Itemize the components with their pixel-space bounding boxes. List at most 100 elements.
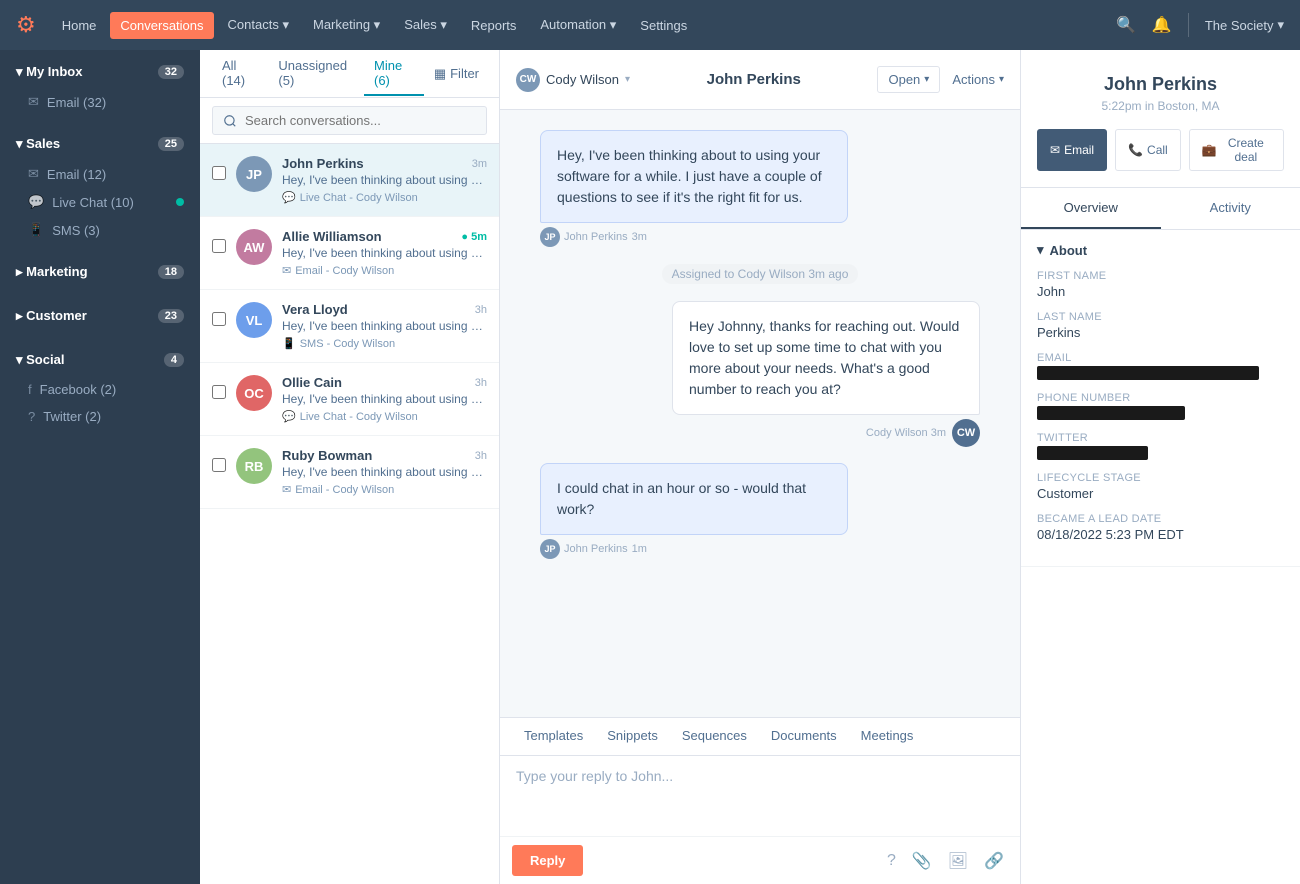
sidebar-item-social-facebook[interactable]: f Facebook (2) bbox=[0, 376, 200, 403]
field-value: Customer bbox=[1037, 486, 1284, 501]
sidebar-item-sales-livechat[interactable]: 💬 Live Chat (10) bbox=[0, 188, 200, 216]
reply-button[interactable]: Reply bbox=[512, 845, 583, 876]
sidebar-section-social: ▾ Social 4 f Facebook (2) ? Twitter (2) bbox=[0, 338, 200, 436]
call-icon: 📞 bbox=[1128, 143, 1143, 157]
nav-settings[interactable]: Settings bbox=[630, 12, 697, 39]
search-icon[interactable]: 🔍 bbox=[1116, 15, 1136, 35]
sidebar-section-social-header[interactable]: ▾ Social 4 bbox=[0, 344, 200, 376]
nav-automation[interactable]: Automation ▾ bbox=[530, 11, 626, 39]
sidebar-section-inbox-header[interactable]: ▾ My Inbox 32 bbox=[0, 56, 200, 88]
create-deal-label: Create deal bbox=[1221, 136, 1271, 164]
sidebar-section-customer-header[interactable]: ▸ Customer 23 bbox=[0, 300, 200, 332]
field-label: Lifecycle Stage bbox=[1037, 472, 1284, 484]
nav-conversations[interactable]: Conversations bbox=[110, 12, 213, 39]
facebook-icon: f bbox=[28, 382, 32, 397]
field-value: John bbox=[1037, 284, 1284, 299]
twitter-icon: ? bbox=[28, 409, 35, 424]
conversation-item-john-perkins[interactable]: JP John Perkins 3m Hey, I've been thinki… bbox=[200, 144, 499, 217]
conv-checkbox[interactable] bbox=[212, 239, 226, 253]
field-twitter: Twitter bbox=[1037, 432, 1284, 460]
about-section-title[interactable]: ▾ About bbox=[1037, 242, 1284, 258]
reply-box: Templates Snippets Sequences Documents M… bbox=[500, 717, 1020, 884]
sidebar-item-sales-sms[interactable]: 📱 SMS (3) bbox=[0, 216, 200, 244]
conv-time: 3m bbox=[472, 158, 487, 170]
sidebar-item-social-twitter-label: Twitter (2) bbox=[43, 409, 101, 424]
nav-company[interactable]: The Society ▾ bbox=[1205, 17, 1284, 33]
conversation-item-ruby-bowman[interactable]: RB Ruby Bowman 3h Hey, I've been thinkin… bbox=[200, 436, 499, 509]
conversation-item-allie-williamson[interactable]: AW Allie Williamson ● 5m Hey, I've been … bbox=[200, 217, 499, 290]
field-became-lead: Became a Lead Date 08/18/2022 5:23 PM ED… bbox=[1037, 513, 1284, 542]
hubspot-logo[interactable]: ⚙ bbox=[16, 12, 36, 38]
nav-home[interactable]: Home bbox=[52, 12, 107, 39]
sidebar-section-sales-collapse: ▾ Sales bbox=[16, 136, 60, 152]
message-bubble: Hey Johnny, thanks for reaching out. Wou… bbox=[672, 301, 980, 415]
sidebar-item-social-twitter[interactable]: ? Twitter (2) bbox=[0, 403, 200, 430]
nav-marketing[interactable]: Marketing ▾ bbox=[303, 11, 390, 39]
tab-overview[interactable]: Overview bbox=[1021, 188, 1161, 229]
reply-textarea[interactable]: Type your reply to John... bbox=[500, 756, 1020, 836]
actions-label: Actions bbox=[952, 72, 995, 87]
reply-tab-snippets[interactable]: Snippets bbox=[595, 718, 670, 755]
conv-checkbox[interactable] bbox=[212, 458, 226, 472]
livechat-icon: 💬 bbox=[282, 191, 296, 204]
assigned-to[interactable]: CW Cody Wilson ▾ bbox=[516, 68, 630, 92]
tab-unassigned[interactable]: Unassigned (5) bbox=[268, 52, 362, 96]
call-contact-button[interactable]: 📞 Call bbox=[1115, 129, 1181, 171]
main-layout: ▾ My Inbox 32 ✉ Email (32) ▾ Sales 25 ✉ … bbox=[0, 50, 1300, 884]
reply-tab-templates[interactable]: Templates bbox=[512, 718, 595, 755]
conv-top: Allie Williamson ● 5m bbox=[282, 229, 487, 244]
sidebar-item-sales-livechat-label: Live Chat (10) bbox=[52, 195, 134, 210]
sidebar-section-marketing-header[interactable]: ▸ Marketing 18 bbox=[0, 256, 200, 288]
contact-header: John Perkins 5:22pm in Boston, MA ✉ Emai… bbox=[1021, 50, 1300, 188]
bell-icon[interactable]: 🔔 bbox=[1152, 15, 1172, 35]
conv-preview: Hey, I've been thinking about using your… bbox=[282, 319, 487, 333]
attachment-icon[interactable]: 📎 bbox=[908, 847, 936, 875]
help-icon[interactable]: ? bbox=[883, 848, 900, 874]
conv-name: Ollie Cain bbox=[282, 375, 342, 390]
actions-button[interactable]: Actions ▾ bbox=[952, 72, 1004, 87]
sidebar-section-sales-header[interactable]: ▾ Sales 25 bbox=[0, 128, 200, 160]
conv-checkbox[interactable] bbox=[212, 385, 226, 399]
field-value: Perkins bbox=[1037, 325, 1284, 340]
nav-sales[interactable]: Sales ▾ bbox=[394, 11, 457, 39]
search-input[interactable] bbox=[212, 106, 487, 135]
sidebar-section-inbox-count: 32 bbox=[158, 65, 184, 79]
field-value: 08/18/2022 5:23 PM EDT bbox=[1037, 527, 1284, 542]
sidebar-section-marketing: ▸ Marketing 18 bbox=[0, 250, 200, 294]
conv-checkbox[interactable] bbox=[212, 166, 226, 180]
reply-tab-meetings[interactable]: Meetings bbox=[849, 718, 926, 755]
sender-name: John Perkins bbox=[564, 543, 628, 555]
assigned-avatar: CW bbox=[516, 68, 540, 92]
conv-checkbox[interactable] bbox=[212, 312, 226, 326]
conversation-tabs: All (14) Unassigned (5) Mine (6) ▦ Filte… bbox=[200, 50, 499, 98]
conv-name: Allie Williamson bbox=[282, 229, 382, 244]
filter-button[interactable]: ▦ Filter bbox=[426, 62, 487, 86]
reply-tab-sequences[interactable]: Sequences bbox=[670, 718, 759, 755]
nav-reports[interactable]: Reports bbox=[461, 12, 527, 39]
tab-mine[interactable]: Mine (6) bbox=[364, 52, 424, 96]
conv-channel: 💬 Live Chat - Cody Wilson bbox=[282, 410, 487, 423]
assignment-text: Assigned to Cody Wilson 3m ago bbox=[662, 264, 859, 284]
link-icon[interactable]: 🔗 bbox=[980, 847, 1008, 875]
image-icon[interactable]: 🖼 bbox=[944, 847, 972, 875]
conv-body: Vera Lloyd 3h Hey, I've been thinking ab… bbox=[282, 302, 487, 350]
reply-tab-documents[interactable]: Documents bbox=[759, 718, 849, 755]
sidebar-item-inbox-email[interactable]: ✉ Email (32) bbox=[0, 88, 200, 116]
sender-avatar: JP bbox=[540, 539, 560, 559]
tab-activity[interactable]: Activity bbox=[1161, 188, 1300, 229]
message-time: 3m bbox=[632, 231, 647, 243]
sms-icon: 📱 bbox=[282, 337, 296, 350]
email-contact-button[interactable]: ✉ Email bbox=[1037, 129, 1107, 171]
create-deal-button[interactable]: 💼 Create deal bbox=[1189, 129, 1284, 171]
livechat-icon: 💬 bbox=[28, 194, 44, 210]
conversation-item-vera-lloyd[interactable]: VL Vera Lloyd 3h Hey, I've been thinking… bbox=[200, 290, 499, 363]
status-button[interactable]: Open ▾ bbox=[877, 66, 940, 93]
tab-all[interactable]: All (14) bbox=[212, 52, 266, 96]
sidebar-item-sales-email[interactable]: ✉ Email (12) bbox=[0, 160, 200, 188]
field-redacted bbox=[1037, 446, 1148, 460]
conversation-item-ollie-cain[interactable]: OC Ollie Cain 3h Hey, I've been thinking… bbox=[200, 363, 499, 436]
nav-contacts[interactable]: Contacts ▾ bbox=[218, 11, 299, 39]
conversation-list: All (14) Unassigned (5) Mine (6) ▦ Filte… bbox=[200, 50, 500, 884]
sms-icon: 📱 bbox=[28, 222, 44, 238]
message-bubble: I could chat in an hour or so - would th… bbox=[540, 463, 848, 535]
